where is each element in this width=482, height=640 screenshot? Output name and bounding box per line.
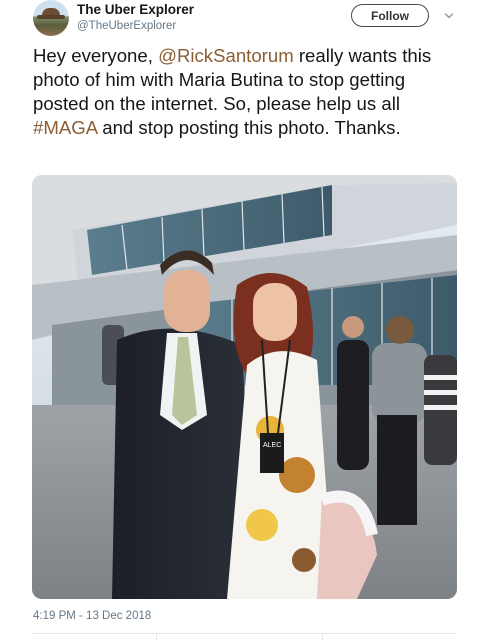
tweet-card: The Uber Explorer @TheUberExplorer Follo… [0,0,482,640]
mention-link[interactable]: @RickSantorum [158,45,294,66]
divider-tick [156,633,157,640]
avatar[interactable] [33,0,69,36]
tweet-text: Hey everyone, @RickSantorum really wants… [33,44,463,140]
tweet-photo[interactable]: ALEC [32,175,457,599]
author-display-name[interactable]: The Uber Explorer [77,2,194,17]
chevron-down-icon[interactable] [444,11,454,21]
tweet-timestamp[interactable]: 4:19 PM - 13 Dec 2018 [33,610,151,622]
divider [33,633,457,634]
divider-tick [322,633,323,640]
author-handle[interactable]: @TheUberExplorer [77,20,176,32]
follow-button[interactable]: Follow [351,4,429,27]
photo-illustration: ALEC [32,175,457,599]
photo-badge-text: ALEC [263,442,281,449]
tweet-text-segment: and stop posting this photo. Thanks. [97,117,401,138]
tweet-text-segment: Hey everyone, [33,45,159,66]
hashtag-link[interactable]: #MAGA [33,117,97,138]
avatar-hat-brim-shape [37,15,65,19]
